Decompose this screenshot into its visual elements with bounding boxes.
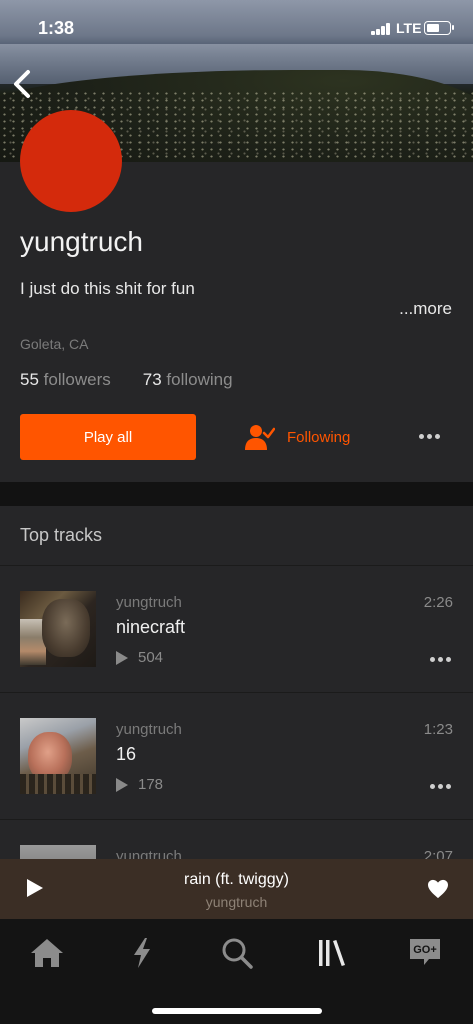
network-type: LTE [396,20,422,36]
search-icon [222,938,253,969]
track-more-options-button[interactable] [430,657,451,662]
user-check-icon [245,425,275,450]
track-row[interactable]: yungtruch ninecraft 504 2:26 [0,566,473,693]
tab-go-plus[interactable]: GO+ [405,933,445,973]
track-artwork [20,718,96,794]
tab-bar: GO+ [0,919,473,1024]
following-label: following [166,370,233,389]
go-plus-label: GO+ [413,944,437,956]
signal-icon [371,23,391,35]
status-bar: 1:38 LTE [0,0,473,56]
track-title: 16 [116,744,137,764]
track-more-options-button[interactable] [430,784,451,789]
tab-library[interactable] [311,933,351,973]
followers-label: followers [43,370,111,389]
tab-stream[interactable] [122,933,162,973]
go-plus-icon: GO+ [410,939,440,965]
following-link[interactable]: 73 following [143,370,233,390]
followers-count: 55 [20,370,39,389]
profile-bio: I just do this shit for fun [20,279,195,298]
following-count: 73 [142,370,162,389]
play-count-icon [116,777,128,792]
tab-search[interactable] [217,933,257,973]
profile-more-options-button[interactable] [419,434,440,439]
track-row[interactable]: yungtruch 2:07 [0,820,473,860]
track-artwork [20,591,96,667]
track-artist: yungtruch [116,721,182,738]
track-artwork [20,845,96,860]
track-play-count: 504 [116,649,163,666]
back-button[interactable] [8,66,40,102]
library-icon [319,940,345,966]
play-count-icon [116,650,128,665]
followers-link[interactable]: 55 followers [20,370,111,390]
track-duration: 2:26 [423,594,453,611]
bio-more-link[interactable]: ...more [399,299,452,319]
mini-player-title: rain (ft. twiggy) [184,871,289,888]
track-title: ninecraft [116,617,186,637]
section-divider [0,482,473,506]
top-tracks-section: Top tracks yungtruch ninecraft 504 2:26 … [0,506,473,860]
track-artist: yungtruch [116,594,182,611]
play-count-value: 178 [138,776,164,793]
stream-bolt-icon [134,938,150,968]
chevron-left-icon [14,70,30,98]
profile-stats: 55 followers 73 following [20,370,233,390]
tab-home[interactable] [27,933,67,973]
track-row[interactable]: yungtruch 16 178 1:23 [0,693,473,820]
following-button-label: Following [287,428,351,446]
like-heart-icon[interactable] [427,879,449,899]
battery-icon [424,21,454,35]
play-count-value: 504 [138,649,164,666]
track-duration: 1:23 [423,721,453,738]
track-play-count: 178 [116,776,163,793]
following-button[interactable]: Following [245,422,350,452]
status-time: 1:38 [38,18,75,38]
home-indicator [152,1008,322,1014]
profile-username: yungtruch [20,226,143,257]
play-all-button[interactable]: Play all [20,414,196,460]
profile-location: Goleta, CA [20,336,89,352]
home-icon [31,939,63,967]
avatar[interactable] [20,110,122,212]
mini-player[interactable]: rain (ft. twiggy) yungtruch [0,859,473,919]
top-tracks-header: Top tracks [0,506,473,566]
mini-player-artist: yungtruch [205,894,268,910]
